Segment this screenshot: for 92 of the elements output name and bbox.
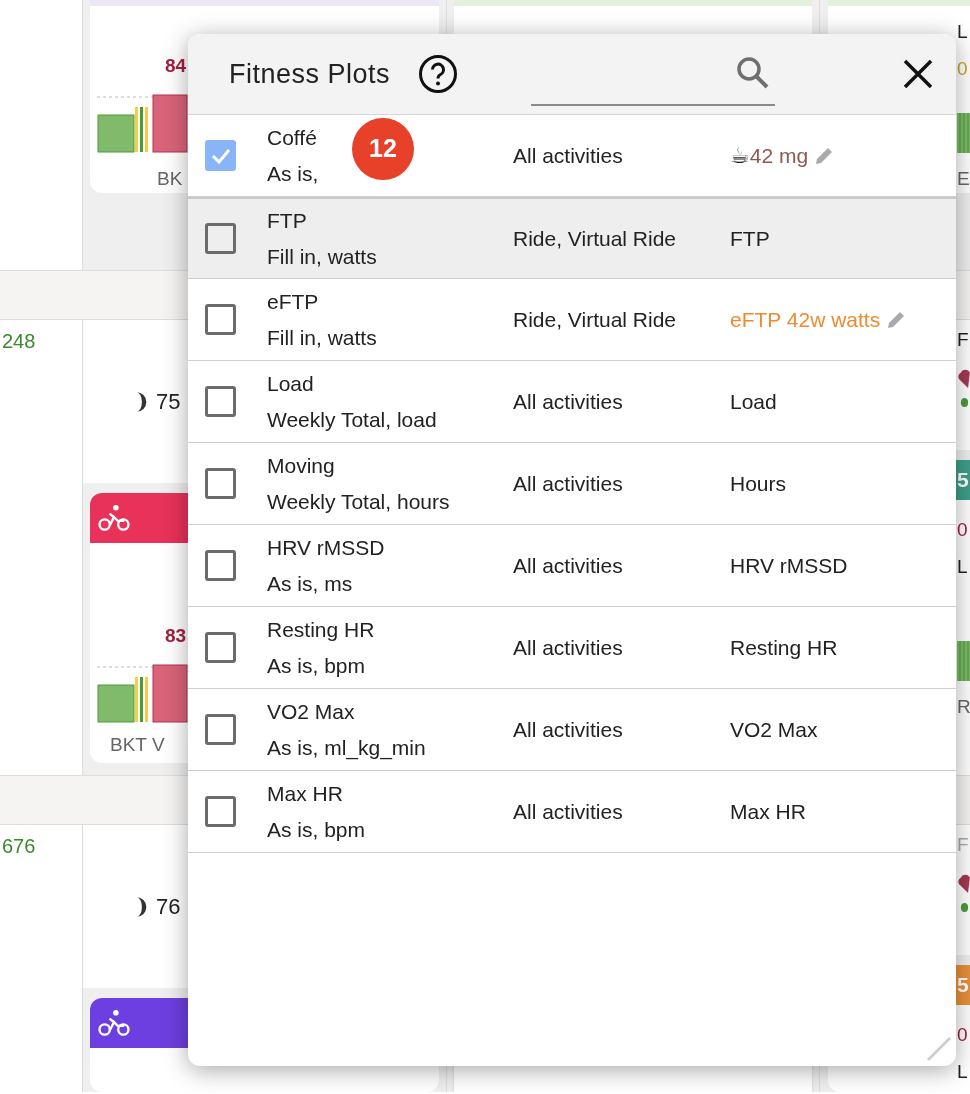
heart-icon <box>957 368 970 389</box>
bar-chart-drawing <box>957 113 970 153</box>
list-row[interactable]: FTP Fill in, watts Ride, Virtual Ride FTP <box>188 197 956 279</box>
bike-icon <box>98 1009 130 1037</box>
row-detail: As is, <box>267 160 319 187</box>
row-detail: As is, bpm <box>267 816 366 843</box>
list-row[interactable]: Max HR As is, bpm All activities Max HR <box>188 771 956 853</box>
card-text: 84 <box>165 54 187 78</box>
card-label: R <box>957 695 970 719</box>
resize-handle-icon <box>926 1036 952 1062</box>
card-label: E <box>957 167 970 191</box>
row-activities: All activities <box>513 798 624 825</box>
display-value: eFTP 42w watts <box>730 306 881 333</box>
row-activities: All activities <box>513 634 624 661</box>
sleep-value: 75 <box>156 388 181 416</box>
checkbox[interactable] <box>205 468 236 499</box>
bar-chart-drawing <box>957 641 970 681</box>
card-text: L <box>957 20 968 44</box>
checkbox[interactable] <box>205 632 236 663</box>
card-text: 83 <box>165 624 187 648</box>
display-value: Max HR <box>730 798 806 825</box>
row-name: Load <box>267 370 314 397</box>
checkbox[interactable] <box>205 223 236 254</box>
display-value: HRV rMSSD <box>730 552 848 579</box>
list-row[interactable]: Resting HR As is, bpm All activities Resting HR <box>188 607 956 689</box>
row-activities: All activities <box>513 142 624 169</box>
header-value: 5 <box>957 972 969 999</box>
week-total: 676 <box>2 834 36 859</box>
row-detail: Fill in, watts <box>267 324 377 351</box>
row-activities: All activities <box>513 716 624 743</box>
week-total: 248 <box>2 329 36 354</box>
checkbox[interactable] <box>205 796 236 827</box>
row-name: Moving <box>267 452 335 479</box>
row-detail: As is, ml_kg_min <box>267 734 426 762</box>
close-button[interactable] <box>902 58 934 90</box>
row-activities: All activities <box>513 470 624 497</box>
list-row[interactable]: Moving Weekly Total, hours All activities Hours <box>188 443 956 525</box>
card-text: L <box>957 1059 968 1084</box>
checkbox[interactable] <box>205 386 236 417</box>
row-name: FTP <box>267 207 307 234</box>
row-detail: Weekly Total, load <box>267 406 437 433</box>
row-detail: Fill in, watts <box>267 243 377 270</box>
card-label: BKT V <box>110 732 165 757</box>
row-name: HRV rMSSD <box>267 534 385 561</box>
display-value: Hours <box>730 470 787 497</box>
checkbox[interactable] <box>205 550 236 581</box>
list-row[interactable]: Load Weekly Total, load All activities Load <box>188 361 956 443</box>
heart-icon <box>957 873 970 894</box>
pencil-icon <box>814 145 835 166</box>
list-row[interactable]: VO2 Max As is, ml_kg_min All activities VO2 Max <box>188 689 956 771</box>
row-name: VO2 Max <box>267 698 355 725</box>
day-name: F <box>957 833 969 857</box>
display-value: Load <box>730 388 777 415</box>
row-activities: Ride, Virtual Ride <box>513 225 678 252</box>
display-value: 42 mg <box>749 142 809 169</box>
card-text: L <box>957 554 968 579</box>
checkbox[interactable] <box>205 140 236 171</box>
close-icon <box>902 58 934 90</box>
sleep-value: 76 <box>156 893 181 921</box>
row-activities: All activities <box>513 552 624 579</box>
display-value: Resting HR <box>730 634 838 661</box>
list-row[interactable]: HRV rMSSD As is, ms All activities HRV rMSSD <box>188 525 956 607</box>
card-text: 0 <box>957 56 968 81</box>
row-activities: All activities <box>513 388 624 415</box>
count-badge: 12 <box>352 118 414 180</box>
card-label: BK <box>157 166 183 191</box>
search-field[interactable] <box>531 54 776 106</box>
dot-icon <box>960 396 969 408</box>
day-name: F <box>957 328 969 352</box>
list-row[interactable]: eFTP Fill in, watts Ride, Virtual Ride eFTP 42w watts <box>188 279 956 361</box>
display-value: FTP <box>730 225 770 252</box>
card-text: 0 <box>957 1023 968 1047</box>
dot-icon <box>960 901 969 913</box>
display-value: VO2 Max <box>730 716 818 743</box>
row-detail: As is, ms <box>267 570 353 597</box>
header-value: 5 <box>957 467 969 494</box>
help-icon <box>418 54 459 94</box>
row-name: Max HR <box>267 780 343 807</box>
card-text: 0 <box>957 518 968 542</box>
row-name: Coffé <box>267 124 317 151</box>
pencil-icon <box>886 309 907 330</box>
cup-icon: ☕ <box>730 139 750 172</box>
checkbox[interactable] <box>205 304 236 335</box>
list-row[interactable]: Coffé As is, 12 All activities ☕42 mg <box>188 115 956 197</box>
row-name: eFTP <box>267 288 319 315</box>
row-name: Resting HR <box>267 616 375 643</box>
checkbox[interactable] <box>205 714 236 745</box>
row-detail: As is, bpm <box>267 652 366 679</box>
dialog-title: Fitness Plots <box>229 57 391 91</box>
bike-icon <box>98 504 130 532</box>
row-activities: Ride, Virtual Ride <box>513 306 678 333</box>
row-detail: Weekly Total, hours <box>267 488 450 515</box>
